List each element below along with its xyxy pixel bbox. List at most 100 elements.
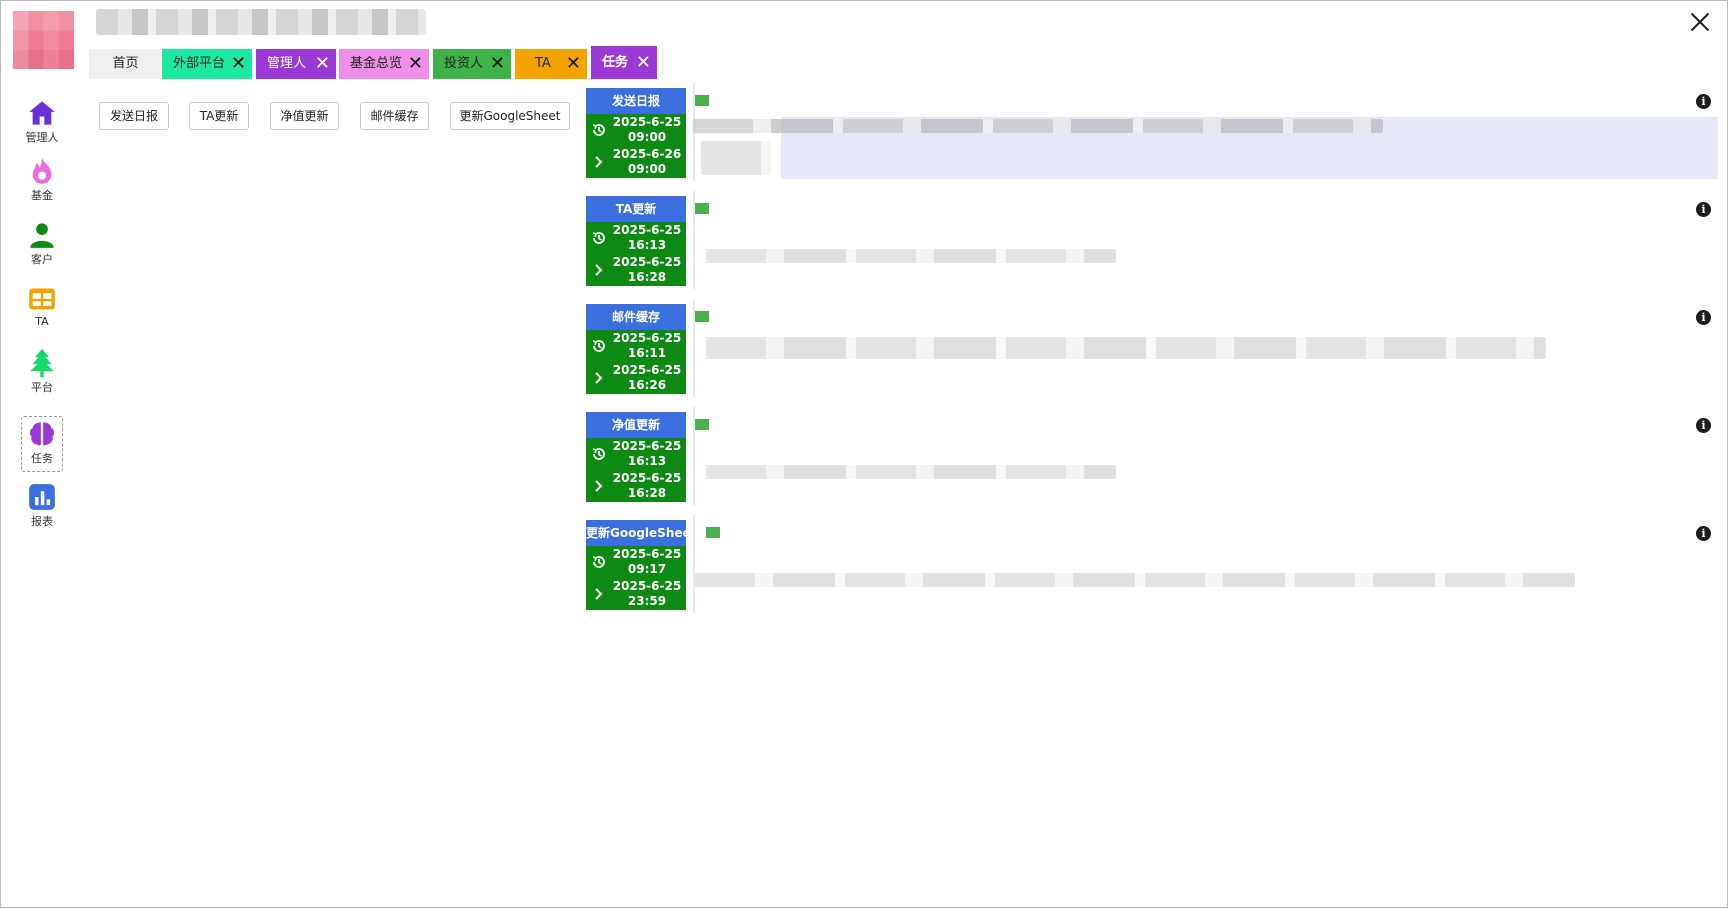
tab-external-platform[interactable]: 外部平台 ✕ — [162, 49, 252, 79]
next-run-date: 2025-6-25 — [612, 579, 682, 593]
app-title-redacted — [96, 9, 426, 35]
sidebar-item-fund[interactable]: 基金 — [21, 157, 63, 207]
task-card[interactable]: TA更新 2025-6-25 16:13 2025-6-25 16:28 — [586, 196, 686, 286]
tab-manager[interactable]: 管理人 ✕ — [256, 49, 336, 79]
last-run: 2025-6-25 16:13 — [586, 438, 686, 470]
info-icon[interactable]: i — [1696, 94, 1711, 109]
sidebar-item-client[interactable]: 客户 — [21, 221, 63, 271]
close-window-button[interactable] — [1685, 7, 1715, 37]
app-window: 管理人 基金 客户 TA 平台 任务 报表 首页 外部平台 ✕ 管理人 ✕ 基金… — [0, 0, 1728, 908]
sidebar-item-ta[interactable]: TA — [21, 285, 63, 335]
tree-icon — [30, 349, 54, 377]
tab-label: 管理人 — [267, 56, 307, 71]
chevron-right-icon — [595, 372, 603, 384]
info-icon[interactable]: i — [1696, 310, 1711, 325]
sidebar-item-platform[interactable]: 平台 — [21, 349, 63, 399]
info-icon[interactable]: i — [1696, 418, 1711, 433]
sidebar-item-report[interactable]: 报表 — [21, 483, 63, 533]
home-icon — [29, 101, 55, 125]
tab-close-icon[interactable]: ✕ — [315, 49, 330, 79]
chevron-right-icon — [595, 480, 603, 492]
history-icon — [592, 124, 605, 136]
history-icon — [592, 448, 605, 460]
next-run-time: 16:26 — [627, 378, 667, 392]
last-run-time: 16:13 — [627, 238, 667, 252]
status-flag — [706, 527, 720, 538]
tab-label: 首页 — [112, 56, 139, 71]
ta-update-button[interactable]: TA更新 — [189, 102, 249, 130]
next-run-time: 23:59 — [627, 594, 667, 608]
fire-icon — [32, 158, 52, 184]
task-schedule: 2025-6-25 16:11 2025-6-25 16:26 — [586, 330, 686, 394]
task-card[interactable]: 邮件缓存 2025-6-25 16:11 2025-6-25 16:26 — [586, 304, 686, 394]
tab-task[interactable]: 任务 ✕ — [591, 46, 657, 79]
app-logo — [13, 11, 74, 69]
log-text-redacted — [693, 119, 1383, 133]
last-run: 2025-6-25 09:00 — [586, 114, 686, 146]
timeline-divider — [693, 515, 695, 613]
last-run-date: 2025-6-25 — [612, 439, 682, 453]
last-run-date: 2025-6-25 — [612, 223, 682, 237]
task-schedule: 2025-6-25 16:13 2025-6-25 16:28 — [586, 438, 686, 502]
next-run: 2025-6-26 09:00 — [586, 146, 686, 178]
task-schedule: 2025-6-25 09:00 2025-6-26 09:00 — [586, 114, 686, 178]
tab-fund-overview[interactable]: 基金总览 ✕ — [339, 49, 429, 79]
task-name: 发送日报 — [586, 88, 686, 114]
last-run: 2025-6-25 16:11 — [586, 330, 686, 362]
tab-close-icon[interactable]: ✕ — [490, 49, 505, 79]
history-icon — [592, 340, 605, 352]
sidebar-item-label: TA — [35, 315, 49, 328]
info-icon[interactable]: i — [1696, 526, 1711, 541]
sidebar-item-label: 客户 — [31, 253, 53, 266]
task-card[interactable]: 更新GoogleSheet 2025-6-25 09:17 2025-6-25 23… — [586, 520, 696, 610]
chevron-right-icon — [595, 588, 603, 600]
person-icon — [30, 223, 54, 248]
next-run-date: 2025-6-25 — [612, 363, 682, 377]
next-run-time: 09:00 — [627, 162, 667, 176]
sidebar-item-manager[interactable]: 管理人 — [21, 99, 63, 149]
brain-icon — [29, 422, 55, 446]
last-run-date: 2025-6-25 — [612, 115, 682, 129]
task-card[interactable]: 发送日报 2025-6-25 09:00 2025-6-26 09:00 — [586, 88, 686, 178]
next-run-time: 16:28 — [627, 486, 667, 500]
chevron-right-icon — [595, 156, 603, 168]
tab-home[interactable]: 首页 — [89, 49, 162, 79]
next-run-date: 2025-6-26 — [612, 147, 682, 161]
next-run: 2025-6-25 23:59 — [586, 578, 686, 610]
log-text-redacted — [695, 573, 1575, 587]
tab-investor[interactable]: 投资人 ✕ — [433, 49, 511, 79]
info-icon[interactable]: i — [1696, 202, 1711, 217]
tab-close-icon[interactable]: ✕ — [566, 49, 581, 79]
chevron-right-icon — [595, 264, 603, 276]
tab-label: 任务 — [602, 55, 629, 70]
send-daily-report-button[interactable]: 发送日报 — [99, 102, 169, 130]
mail-cache-button[interactable]: 邮件缓存 — [360, 102, 429, 130]
sidebar-item-label: 报表 — [31, 515, 53, 528]
log-text-redacted — [701, 141, 771, 175]
tab-close-icon[interactable]: ✕ — [231, 49, 246, 79]
table-icon — [29, 288, 55, 310]
task-schedule: 2025-6-25 09:17 2025-6-25 23:59 — [586, 546, 686, 610]
sidebar-item-task[interactable]: 任务 — [21, 416, 63, 472]
last-run-time: 16:13 — [627, 454, 667, 468]
next-run: 2025-6-25 16:26 — [586, 362, 686, 394]
next-run-date: 2025-6-25 — [612, 471, 682, 485]
last-run-date: 2025-6-25 — [612, 547, 682, 561]
sidebar-item-label: 基金 — [31, 189, 53, 202]
task-card[interactable]: 净值更新 2025-6-25 16:13 2025-6-25 16:28 — [586, 412, 686, 502]
update-googlesheet-button[interactable]: 更新GoogleSheet — [450, 102, 570, 130]
sidebar-item-label: 平台 — [31, 381, 53, 394]
last-run: 2025-6-25 09:17 — [586, 546, 686, 578]
status-flag — [695, 95, 709, 106]
tab-close-icon[interactable]: ✕ — [636, 46, 651, 79]
next-run-date: 2025-6-25 — [612, 255, 682, 269]
tab-ta[interactable]: TA ✕ — [515, 49, 587, 79]
log-text-redacted — [706, 465, 1116, 479]
last-run-time: 16:11 — [627, 346, 667, 360]
nav-update-button[interactable]: 净值更新 — [270, 102, 339, 130]
task-schedule: 2025-6-25 16:13 2025-6-25 16:28 — [586, 222, 686, 286]
next-run: 2025-6-25 16:28 — [586, 470, 686, 502]
tab-close-icon[interactable]: ✕ — [408, 49, 423, 79]
sidebar-item-label: 任务 — [31, 452, 53, 465]
last-run-time: 09:17 — [627, 562, 667, 576]
